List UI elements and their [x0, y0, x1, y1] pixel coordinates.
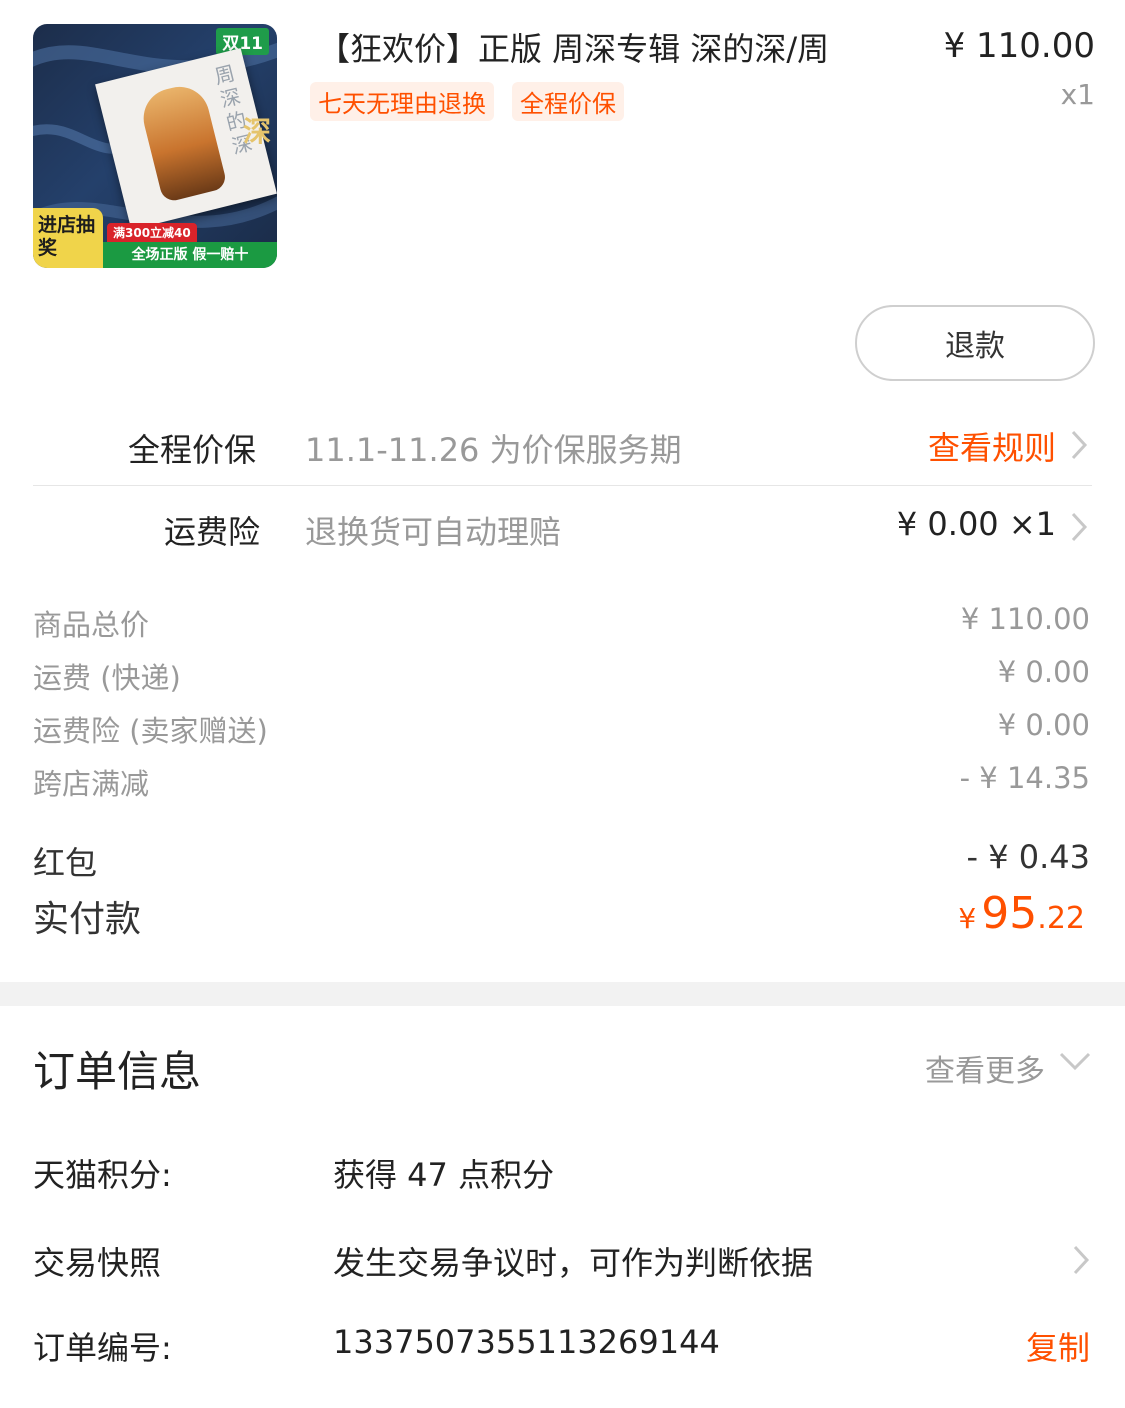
red-packet-label: 红包 — [33, 844, 98, 882]
product-title[interactable]: 【狂欢价】正版 周深专辑 深的深/周 — [318, 24, 898, 70]
paid-label: 实付款 — [33, 899, 142, 940]
service-row-shipping-insurance[interactable]: 运费险 退换货可自动理赔 ¥ 0.00 ×1 — [33, 487, 1092, 567]
breakdown-value: ¥ 0.00 — [997, 655, 1090, 689]
service-label: 全程价保 — [128, 431, 257, 469]
store-lottery-badge: 进店抽奖 — [33, 208, 103, 268]
product-tags: 七天无理由退换 全程价保 — [310, 82, 624, 121]
service-desc: 退换货可自动理赔 — [305, 513, 562, 551]
chevron-down-icon[interactable] — [1058, 1050, 1092, 1072]
order-info-row-snapshot[interactable]: 交易快照 发生交易争议时，可作为判断依据 — [33, 1238, 1090, 1288]
chevron-right-icon — [1073, 1245, 1090, 1275]
breakdown-row: 跨店满减 - ¥ 14.35 — [33, 761, 1090, 805]
service-row-price-protection[interactable]: 全程价保 11.1-11.26 为价保服务期 查看规则 — [33, 405, 1092, 485]
breakdown-value: ¥ 110.00 — [960, 602, 1090, 636]
service-desc: 11.1-11.26 为价保服务期 — [305, 431, 682, 469]
refund-button[interactable]: 退款 — [855, 305, 1095, 381]
service-label: 运费险 — [164, 513, 261, 551]
breakdown-label: 运费 (快递) — [33, 661, 181, 695]
order-info-value: 发生交易争议时，可作为判断依据 — [333, 1244, 814, 1282]
tag-price-protection: 全程价保 — [512, 82, 624, 121]
order-info-label: 订单编号: — [33, 1329, 172, 1367]
breakdown-label: 运费险 (卖家赠送) — [33, 714, 268, 748]
breakdown-row: 运费 (快递) ¥ 0.00 — [33, 655, 1090, 699]
section-separator — [0, 982, 1125, 1006]
breakdown-row: 商品总价 ¥ 110.00 — [33, 602, 1090, 646]
breakdown-label: 跨店满减 — [33, 767, 150, 801]
breakdown-row: 运费险 (卖家赠送) ¥ 0.00 — [33, 708, 1090, 752]
breakdown-label: 商品总价 — [33, 608, 150, 642]
shipping-insurance-value: ¥ 0.00 ×1 — [896, 505, 1056, 543]
promo-discount-label: 满300立减40 — [107, 223, 197, 242]
divider — [33, 485, 1092, 486]
paid-integer: 95 — [981, 888, 1038, 939]
paid-amount: ¥ 95.22 — [958, 888, 1085, 939]
order-info-row-points: 天猫积分: 获得 47 点积分 — [33, 1150, 1090, 1200]
view-rules-link[interactable]: 查看规则 — [928, 423, 1056, 469]
album-silhouette — [137, 80, 228, 204]
tag-seven-day-return: 七天无理由退换 — [310, 82, 494, 121]
breakdown-value: - ¥ 14.35 — [959, 761, 1090, 795]
chevron-right-icon — [1071, 430, 1088, 460]
order-info-label: 天猫积分: — [33, 1156, 172, 1194]
product-price: ¥ 110.00 — [943, 26, 1095, 66]
album-side-character: 深 — [242, 115, 271, 148]
product-thumbnail[interactable]: 双11 周深的深 深 进店抽奖 满300立减40 全场正版 假一赔十 — [33, 24, 277, 268]
red-packet-value: - ¥ 0.43 — [966, 838, 1091, 876]
order-info-value: 获得 47 点积分 — [333, 1156, 555, 1194]
product-quantity: x1 — [1060, 78, 1095, 111]
paid-currency: ¥ — [958, 902, 977, 935]
order-info-title: 订单信息 — [33, 1047, 202, 1096]
order-info-label: 交易快照 — [33, 1244, 162, 1282]
red-packet-row: 红包 - ¥ 0.43 — [33, 838, 1090, 882]
paid-decimal: .22 — [1037, 901, 1085, 936]
breakdown-value: ¥ 0.00 — [997, 708, 1090, 742]
promo-authentic-label: 全场正版 假一赔十 — [103, 242, 277, 268]
order-number-value: 1337507355113269144 — [333, 1323, 720, 1361]
copy-button[interactable]: 复制 — [1026, 1323, 1090, 1369]
chevron-right-icon — [1071, 512, 1088, 542]
view-more-link[interactable]: 查看更多 — [925, 1046, 1045, 1090]
order-info-row-order-number: 订单编号: 1337507355113269144 复制 — [33, 1323, 1090, 1373]
